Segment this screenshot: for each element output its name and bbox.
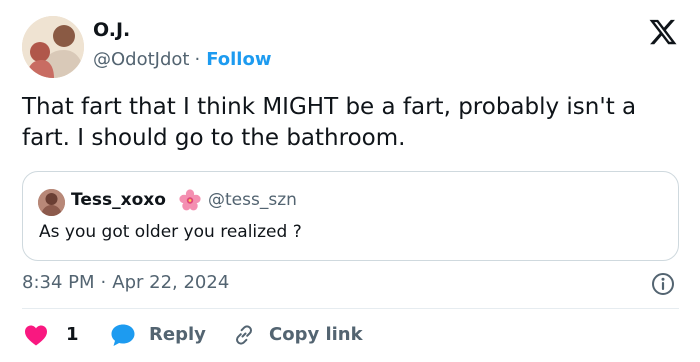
like-button[interactable]: 1 (24, 322, 79, 348)
tweet-date: Apr 22, 2024 (112, 272, 230, 293)
quote-author-handle: @tess_szn (208, 190, 297, 210)
quoted-tweet[interactable]: Tess_xoxo @tess_szn As you got older you… (22, 171, 679, 261)
info-icon[interactable] (651, 272, 675, 296)
author-handle-row: @OdotJdot · Follow (93, 48, 271, 72)
tweet-text: That fart that I think MIGHT be a fart, … (22, 94, 637, 151)
tweet-embed-card: O.J. @OdotJdot · Follow That fart that I t… (0, 0, 700, 362)
reply-label: Reply (149, 324, 206, 345)
tweet-timestamp[interactable]: 8:34 PM · Apr 22, 2024 (22, 271, 229, 295)
avatar-image (22, 16, 84, 78)
author-name[interactable]: O.J. (93, 18, 130, 42)
divider (22, 308, 679, 309)
handle-separator: · (194, 49, 201, 70)
author-handle[interactable]: @OdotJdot (93, 49, 189, 70)
like-count: 1 (66, 324, 79, 345)
copy-link-button[interactable]: Copy link (232, 322, 363, 348)
reply-button[interactable]: Reply (110, 322, 206, 348)
speech-bubble-icon (111, 324, 135, 346)
quote-avatar-image (38, 189, 65, 216)
author-avatar[interactable] (22, 16, 84, 78)
quote-author-avatar (38, 189, 65, 216)
timestamp-separator: · (100, 272, 107, 293)
follow-button[interactable]: Follow (206, 49, 271, 70)
quote-author-name: Tess_xoxo (71, 190, 166, 210)
link-icon (236, 325, 252, 345)
x-logo-icon[interactable] (647, 17, 679, 47)
copy-link-label: Copy link (269, 324, 363, 345)
hibiscus-flower-icon (179, 189, 201, 211)
quote-text: As you got older you realized ? (39, 222, 302, 242)
heart-icon (25, 325, 47, 346)
tweet-time: 8:34 PM (22, 272, 95, 293)
